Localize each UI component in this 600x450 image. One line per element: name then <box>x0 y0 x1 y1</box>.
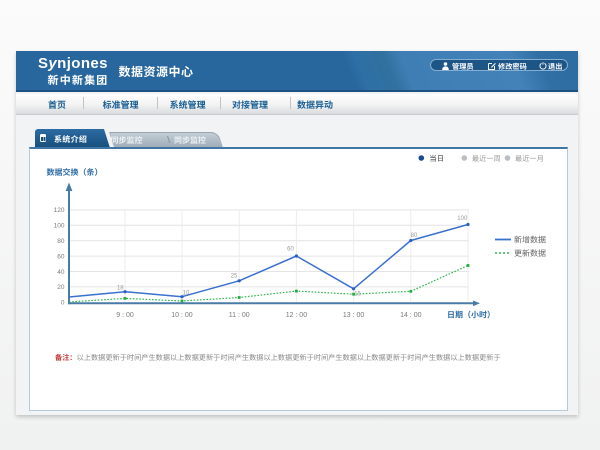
svg-text:100: 100 <box>457 216 468 222</box>
svg-text:80: 80 <box>57 238 65 245</box>
svg-text:100: 100 <box>54 223 65 230</box>
svg-text:最近一周: 最近一周 <box>472 154 501 163</box>
svg-text:11 : 00: 11 : 00 <box>229 312 250 319</box>
svg-text:更新数据: 更新数据 <box>514 249 546 258</box>
svg-text:9 : 00: 9 : 00 <box>116 312 134 319</box>
svg-text:10 : 00: 10 : 00 <box>171 312 193 319</box>
svg-text:日期（小时）: 日期（小时） <box>447 311 495 320</box>
svg-text:14 : 00: 14 : 00 <box>400 312 422 319</box>
svg-text:60: 60 <box>57 253 65 260</box>
svg-text:数据交换（条）: 数据交换（条） <box>47 168 103 177</box>
svg-text:最近一月: 最近一月 <box>515 154 544 163</box>
svg-text:60: 60 <box>287 247 294 253</box>
svg-text:80: 80 <box>411 233 418 239</box>
svg-text:15: 15 <box>354 292 361 298</box>
svg-text:10: 10 <box>183 291 190 297</box>
svg-text:20: 20 <box>57 284 65 291</box>
svg-text:25: 25 <box>231 274 238 280</box>
svg-text:120: 120 <box>54 207 65 214</box>
svg-text:当日: 当日 <box>429 154 444 163</box>
svg-text:新增数据: 新增数据 <box>514 235 546 244</box>
svg-text:13 : 00: 13 : 00 <box>343 312 365 319</box>
svg-text:0: 0 <box>61 300 65 307</box>
svg-text:40: 40 <box>57 269 65 276</box>
svg-text:18: 18 <box>117 285 124 291</box>
svg-text:12 : 00: 12 : 00 <box>286 312 308 319</box>
